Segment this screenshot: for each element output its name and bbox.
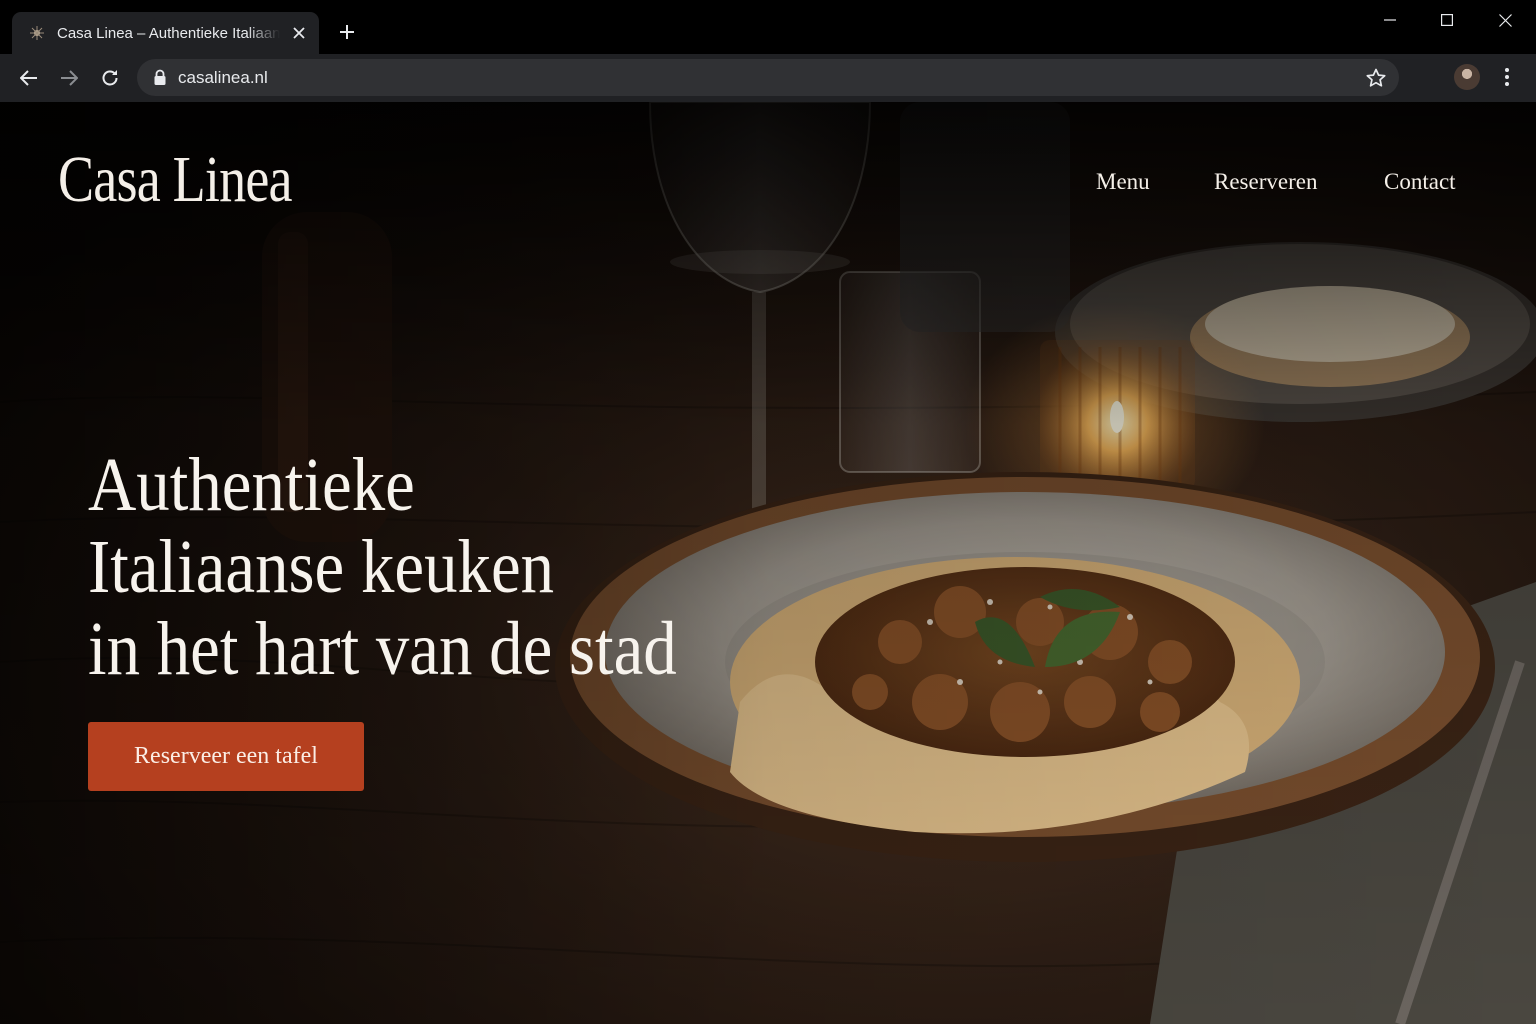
address-bar[interactable]: casalinea.nl — [137, 59, 1399, 96]
close-window-icon[interactable] — [1476, 0, 1534, 40]
new-tab-icon[interactable] — [335, 20, 359, 44]
lock-icon[interactable] — [153, 69, 167, 86]
browser-tab-strip: Casa Linea – Authentieke Italiaanse keuk… — [0, 0, 1536, 54]
hero-heading-line-1: Authentieke — [88, 443, 415, 527]
profile-avatar[interactable] — [1454, 64, 1480, 90]
nav-contact[interactable]: Contact — [1384, 168, 1456, 196]
nav-menu[interactable]: Menu — [1096, 168, 1150, 196]
back-arrow-icon[interactable] — [15, 64, 43, 92]
tab-title: Casa Linea – Authentieke Italiaanse keuk… — [57, 24, 280, 42]
nav-reserveren[interactable]: Reserveren — [1214, 168, 1317, 196]
url-text: casalinea.nl — [178, 68, 268, 87]
maximize-icon[interactable] — [1418, 0, 1476, 40]
site-logo[interactable]: Casa Linea — [58, 142, 293, 218]
browser-menu-icon[interactable] — [1496, 64, 1518, 90]
close-tab-icon[interactable] — [289, 23, 309, 43]
reserve-table-button[interactable]: Reserveer een tafel — [88, 722, 364, 791]
hero-heading-line-2: Italiaanse keuken — [88, 525, 555, 609]
browser-tab[interactable]: Casa Linea – Authentieke Italiaanse keuk… — [12, 12, 319, 54]
site-favicon-icon — [28, 24, 46, 42]
hero-heading-line-3: in het hart van de stad — [88, 607, 677, 691]
reload-icon[interactable] — [96, 64, 124, 92]
minimize-icon[interactable] — [1361, 0, 1419, 40]
forward-arrow-icon[interactable] — [55, 64, 83, 92]
bookmark-star-icon[interactable] — [1365, 67, 1387, 89]
web-page: Casa Linea Menu Reserveren Contact Authe… — [0, 102, 1536, 1024]
